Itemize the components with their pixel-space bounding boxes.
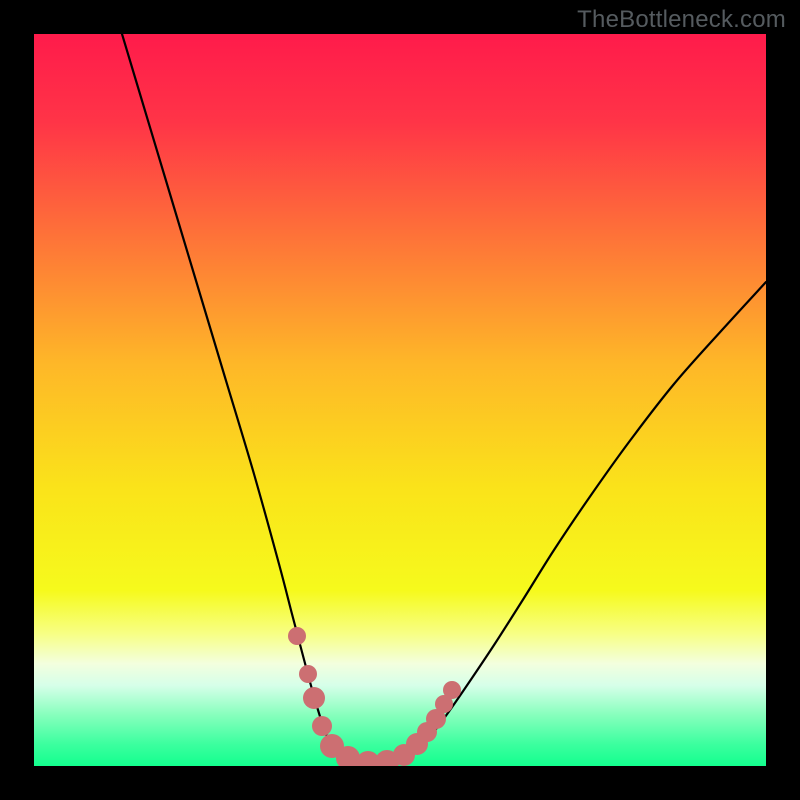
optimum-marker <box>303 687 325 709</box>
optimum-marker <box>299 665 317 683</box>
watermark-label: TheBottleneck.com <box>577 6 786 34</box>
bottleneck-chart <box>34 34 766 766</box>
optimum-marker <box>288 627 306 645</box>
plot-area <box>34 34 766 766</box>
optimum-marker <box>312 716 332 736</box>
outer-frame: TheBottleneck.com <box>0 0 800 800</box>
gradient-background <box>34 34 766 766</box>
optimum-marker <box>443 681 461 699</box>
